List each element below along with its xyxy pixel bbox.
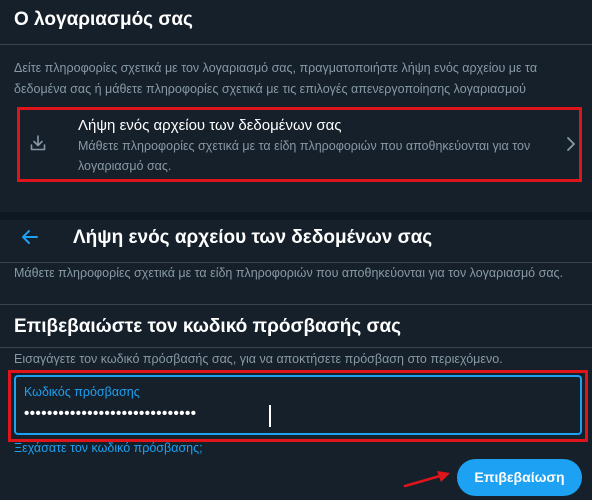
confirm-password-description: Εισαγάγετε τον κωδικό πρόσβασής σας, για…	[14, 352, 503, 366]
confirm-password-heading: Επιβεβαιώστε τον κωδικό πρόσβασής σας	[14, 316, 402, 337]
divider	[0, 44, 592, 45]
download-page-title: Λήψη ενός αρχείου των δεδομένων σας	[73, 227, 433, 248]
account-description: Δείτε πληροφορίες σχετικά με τον λογαρια…	[14, 61, 538, 96]
divider	[0, 304, 592, 305]
download-panel: Λήψη ενός αρχείου των δεδομένων σας Μάθε…	[0, 220, 592, 500]
divider	[0, 347, 592, 348]
forgot-password-link[interactable]: Ξεχάσατε τον κωδικό πρόσβασης;	[14, 441, 203, 455]
confirm-button[interactable]: Επιβεβαίωση	[457, 459, 582, 496]
account-panel: Ο λογαριασμός σας Δείτε πληροφορίες σχετ…	[0, 0, 592, 212]
account-title: Ο λογαριασμός σας	[14, 9, 193, 30]
download-page-description: Μάθετε πληροφορίες σχετικά με τα είδη πλ…	[14, 266, 564, 280]
highlight-box	[8, 370, 588, 442]
highlight-box	[17, 107, 582, 182]
back-arrow-icon[interactable]	[20, 227, 40, 247]
arrow-annotation-icon	[403, 468, 455, 490]
panel-gap	[0, 212, 592, 220]
